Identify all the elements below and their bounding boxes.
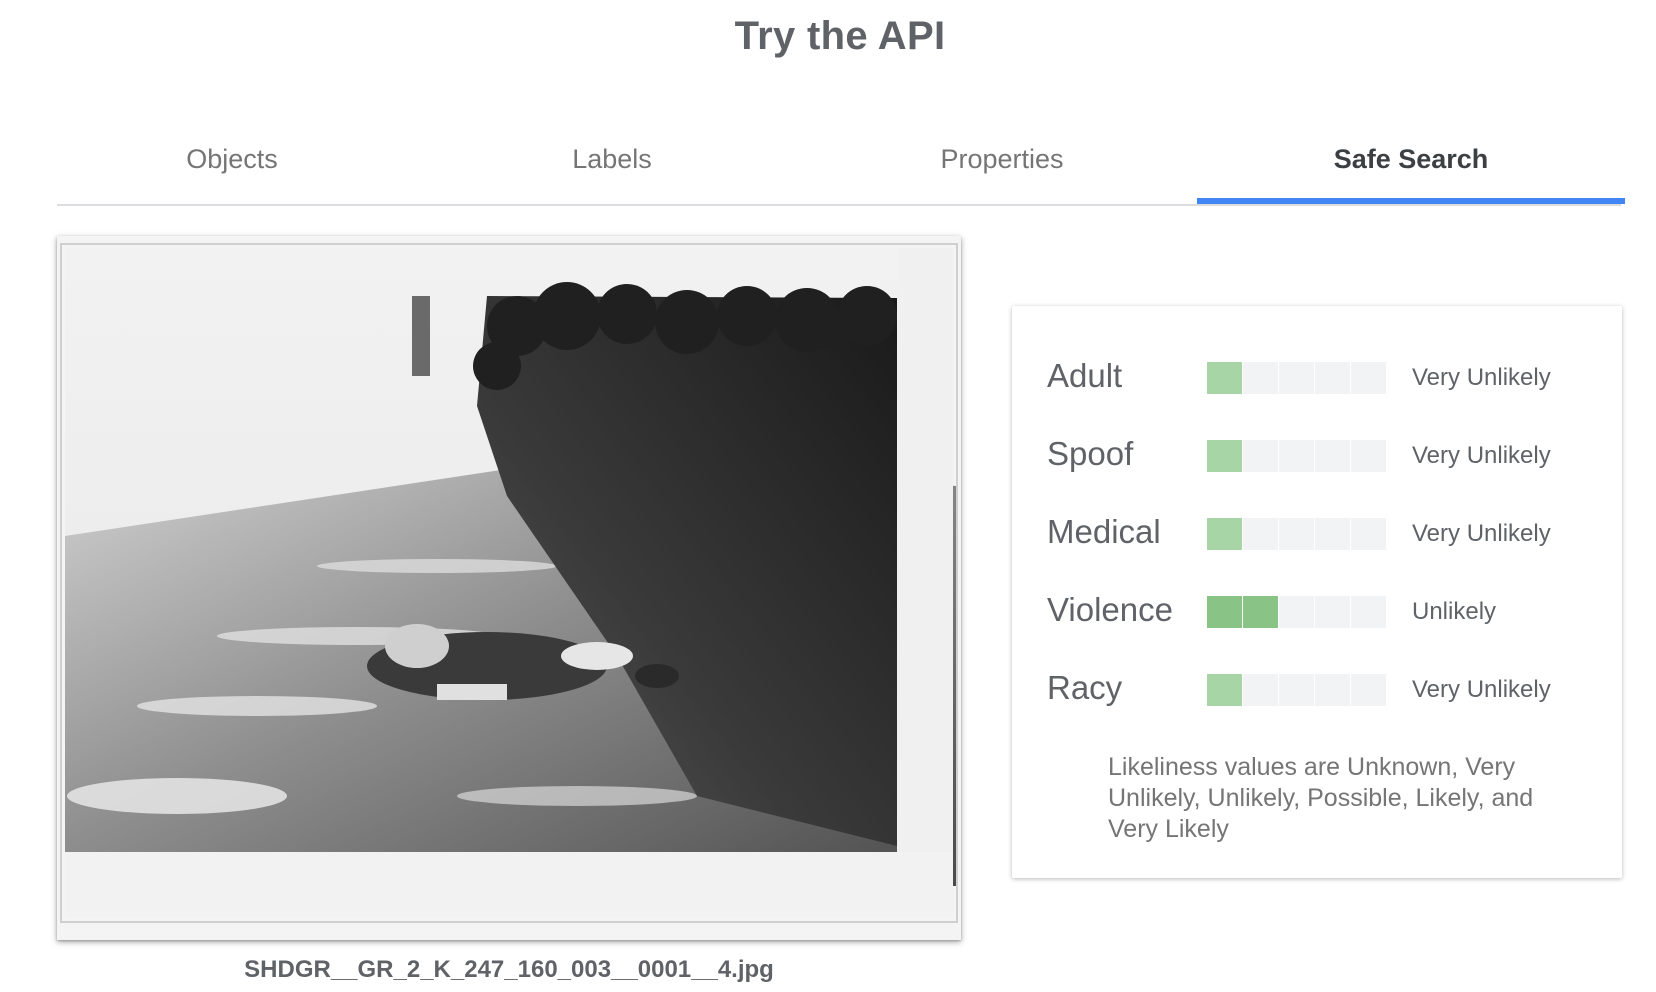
- meter-segment: [1243, 674, 1278, 706]
- row-label: Violence: [1047, 591, 1173, 628]
- safe-search-row-spoof: Spoof Very Unlikely: [1012, 435, 1622, 476]
- meter-segment: [1279, 596, 1314, 628]
- likelihood-meter: [1207, 362, 1387, 394]
- meter-segment: [1207, 518, 1242, 550]
- meter-segment: [1351, 518, 1386, 550]
- meter-segment: [1243, 518, 1278, 550]
- row-value: Very Unlikely: [1412, 364, 1551, 391]
- safe-search-row-adult: Adult Very Unlikely: [1012, 357, 1622, 398]
- likelihood-meter: [1207, 440, 1387, 472]
- likeliness-note: Likeliness values are Unknown, Very Unli…: [1108, 753, 1534, 843]
- photo-image: [57, 236, 961, 940]
- meter-segment: [1315, 674, 1350, 706]
- safe-search-results-card: Adult Very Unlikely Spoof Very Unlikely …: [1012, 306, 1622, 878]
- row-label: Spoof: [1047, 435, 1134, 472]
- row-value: Unlikely: [1412, 598, 1497, 625]
- safe-search-row-racy: Racy Very Unlikely: [1012, 669, 1622, 710]
- tab-objects[interactable]: Objects: [57, 120, 407, 198]
- row-value: Very Unlikely: [1412, 442, 1551, 469]
- meter-segment: [1207, 440, 1242, 472]
- row-value: Very Unlikely: [1412, 520, 1551, 547]
- likelihood-meter: [1207, 518, 1387, 550]
- meter-segment: [1279, 674, 1314, 706]
- row-label: Medical: [1047, 513, 1161, 550]
- active-tab-indicator: [1197, 198, 1625, 204]
- meter-segment: [1279, 518, 1314, 550]
- meter-segment: [1279, 362, 1314, 394]
- uploaded-photo: [57, 236, 961, 940]
- likelihood-meter: [1207, 674, 1387, 706]
- image-filename: SHDGR__GR_2_K_247_160_003__0001__4.jpg: [244, 956, 774, 983]
- meter-segment: [1243, 596, 1278, 628]
- meter-segment: [1315, 518, 1350, 550]
- meter-segment: [1207, 596, 1242, 628]
- safe-search-row-medical: Medical Very Unlikely: [1012, 513, 1622, 554]
- meter-segment: [1243, 362, 1278, 394]
- meter-segment: [1315, 440, 1350, 472]
- meter-segment: [1315, 362, 1350, 394]
- meter-segment: [1351, 440, 1386, 472]
- meter-segment: [1279, 440, 1314, 472]
- meter-segment: [1207, 362, 1242, 394]
- row-label: Racy: [1047, 669, 1123, 706]
- page-title: Try the API: [734, 14, 946, 58]
- meter-segment: [1207, 674, 1242, 706]
- meter-segment: [1351, 674, 1386, 706]
- row-value: Very Unlikely: [1412, 676, 1551, 703]
- meter-segment: [1351, 362, 1386, 394]
- meter-segment: [1315, 596, 1350, 628]
- tab-labels[interactable]: Labels: [437, 120, 787, 198]
- tab-safe-search[interactable]: Safe Search: [1197, 120, 1625, 198]
- tab-properties[interactable]: Properties: [827, 120, 1177, 198]
- tab-bar: Objects Labels Properties Safe Search: [57, 120, 1625, 206]
- likelihood-meter: [1207, 596, 1387, 628]
- meter-segment: [1351, 596, 1386, 628]
- row-label: Adult: [1047, 357, 1123, 394]
- safe-search-row-violence: Violence Unlikely: [1012, 591, 1622, 632]
- meter-segment: [1243, 440, 1278, 472]
